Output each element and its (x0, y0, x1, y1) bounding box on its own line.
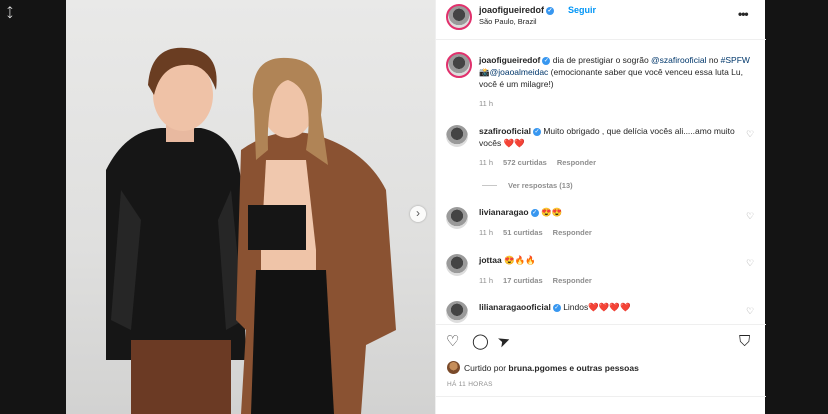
comment: jottaa 😍🔥🔥 (479, 254, 739, 266)
view-replies-button[interactable]: Ver respostas (13) (508, 181, 583, 190)
comment-meta: 11 h 572 curtidas Responder (479, 158, 606, 167)
avatar[interactable] (446, 4, 472, 30)
comment-likes[interactable]: 17 curtidas (503, 276, 543, 285)
verified-icon: ✓ (552, 303, 561, 312)
comment-avatar[interactable] (446, 301, 468, 323)
comment-avatar[interactable] (446, 254, 468, 276)
post-side-panel: joaofigueiredof ✓ Seguir São Paulo, Brazi… (435, 0, 766, 414)
modal-backdrop-right (765, 0, 828, 414)
heart-icon[interactable]: ♡ (746, 130, 755, 139)
comment-likes[interactable]: 572 curtidas (503, 158, 547, 167)
post-actions: ♡ ◯ ➤ ⛉ (436, 324, 766, 360)
liked-by-user[interactable]: bruna.pgomes (508, 363, 567, 373)
modal-backdrop-left (0, 0, 66, 414)
caption-text: dia de prestigiar o sogrão (550, 55, 652, 65)
comment-avatar[interactable] (446, 125, 468, 147)
view-replies-label: Ver respostas (13) (508, 181, 573, 190)
hashtag-link[interactable]: #SPFW (721, 55, 750, 65)
reply-button[interactable]: Responder (553, 276, 592, 285)
comment-username[interactable]: jottaa (479, 255, 502, 265)
comment-time: 11 h (479, 228, 494, 237)
caption-username[interactable]: joaofigueiredof (479, 55, 540, 65)
liked-by-suffix[interactable]: e outras pessoas (567, 363, 638, 373)
heart-icon[interactable]: ♡ (746, 212, 755, 221)
reply-button[interactable]: Responder (557, 158, 596, 167)
comment-username[interactable]: szafirooficial (479, 126, 531, 136)
comment-text: Lindos❤️❤️❤️❤️ (563, 302, 631, 312)
comment-text: 😍🔥🔥 (504, 255, 536, 265)
comment-text: 😍😍 (540, 207, 563, 217)
comment-username[interactable]: livianaragao (479, 207, 529, 217)
post-header: joaofigueiredof ✓ Seguir São Paulo, Brazi… (436, 0, 766, 40)
caption: joaofigueiredof ✓ dia de prestigiar o sog… (479, 54, 754, 90)
comment-time: 11 h (479, 158, 494, 167)
replies-divider (482, 185, 497, 186)
comment-box[interactable] (436, 396, 766, 414)
share-icon[interactable]: ➤ (495, 331, 513, 352)
verified-icon: ✓ (546, 6, 554, 15)
heart-icon[interactable]: ♡ (746, 259, 755, 268)
comment-time: 11 h (479, 276, 494, 285)
bookmark-icon[interactable]: ⛉ (739, 333, 750, 351)
liked-by-prefix: Curtido por (464, 363, 509, 373)
comment-username[interactable]: lilianaragaooficial (479, 302, 551, 312)
comment-likes[interactable]: 51 curtidas (503, 228, 543, 237)
verified-icon: ✓ (530, 208, 539, 217)
comment: livianaragao ✓ 😍😍 (479, 206, 739, 218)
caption-text: no (706, 55, 721, 65)
follow-button[interactable]: Seguir (568, 5, 596, 15)
post-username[interactable]: joaofigueiredof ✓ (479, 5, 554, 15)
caption-text: 📸 (479, 67, 490, 77)
comment-meta: 11 h 51 curtidas Responder (479, 228, 602, 237)
comment-avatar[interactable] (446, 207, 468, 229)
comment: szafirooficial ✓ Muito obrigado , que del… (479, 125, 739, 149)
reply-button[interactable]: Responder (553, 228, 592, 237)
comment-meta: 11 h 17 curtidas Responder (479, 276, 602, 285)
comment: lilianaragaooficial ✓ Lindos❤️❤️❤️❤️ (479, 301, 739, 313)
verified-icon: ✓ (532, 127, 541, 136)
liked-by: Curtido por bruna.pgomes e outras pessoa… (464, 363, 639, 373)
post-location[interactable]: São Paulo, Brazil (479, 17, 537, 26)
caption-avatar[interactable] (446, 52, 472, 78)
liker-avatar[interactable] (447, 361, 460, 374)
more-options-icon[interactable]: ••• (738, 7, 749, 21)
comment-icon[interactable]: ◯ (472, 333, 489, 351)
post-time-ago: HÁ 11 HORAS (447, 381, 493, 388)
chevron-right-icon[interactable]: › (410, 206, 426, 222)
post-photo[interactable] (66, 0, 435, 414)
heart-icon[interactable]: ♡ (446, 333, 459, 351)
mention-link[interactable]: @joaoalmeidac (490, 67, 549, 77)
caption-time: 11 h (479, 99, 494, 108)
heart-icon[interactable]: ♡ (746, 307, 755, 316)
mention-link[interactable]: @szafirooficial (651, 55, 706, 65)
